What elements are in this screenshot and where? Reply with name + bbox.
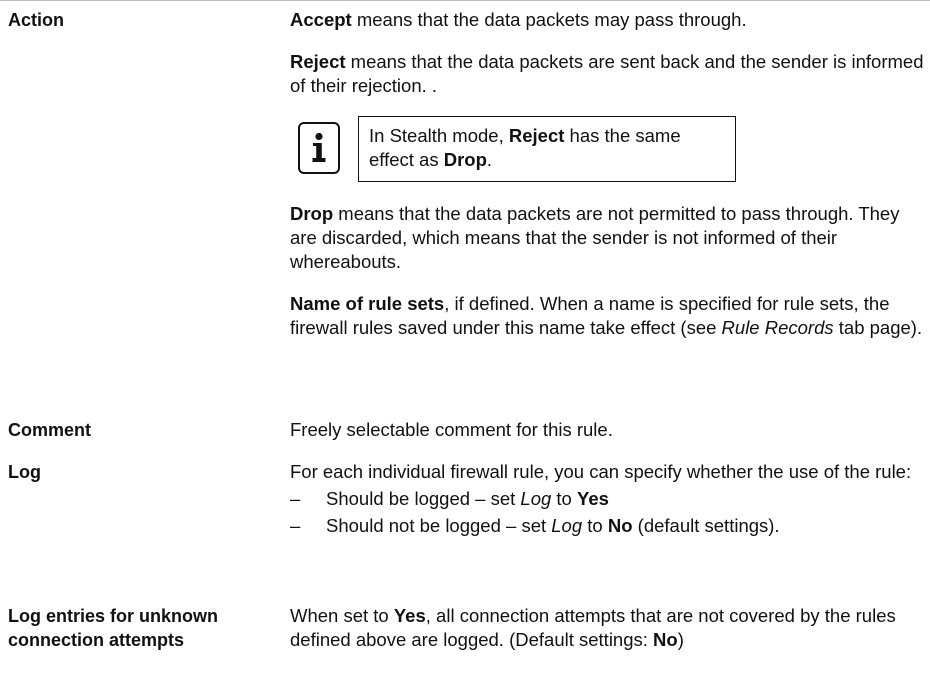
drop-text: means that the data packets are not perm… — [290, 203, 900, 272]
rulesets-post: tab page). — [833, 317, 923, 338]
stealth-note: In Stealth mode, Reject has the same eff… — [298, 116, 924, 182]
list-item: – Should not be logged – set Log to No (d… — [290, 515, 780, 536]
unknown-connection-description: When set to Yes, all connection attempts… — [290, 605, 896, 650]
log-intro: For each individual firewall rule, you c… — [290, 461, 912, 482]
reject-paragraph: Reject means that the data packets are s… — [290, 50, 924, 98]
rulesets-term: Name of rule sets — [290, 293, 445, 314]
rulesets-paragraph: Name of rule sets, if defined. When a na… — [290, 292, 924, 340]
drop-paragraph: Drop means that the data packets are not… — [290, 202, 924, 274]
note-reject-term: Reject — [508, 125, 565, 146]
list-item: – Should be logged – set Log to Yes — [290, 488, 609, 509]
accept-text: means that the data packets may pass thr… — [351, 9, 747, 30]
note-drop-term: Drop — [443, 149, 487, 170]
top-divider — [0, 0, 930, 1]
comment-description: Freely selectable comment for this rule. — [290, 419, 613, 440]
accept-paragraph: Accept means that the data packets may p… — [290, 8, 924, 32]
reject-text: means that the data packets are sent bac… — [290, 51, 924, 96]
comment-label: Comment — [8, 420, 92, 440]
reject-term: Reject — [290, 51, 346, 72]
log-description: For each individual firewall rule, you c… — [290, 460, 924, 541]
note-pre: In Stealth mode, — [369, 125, 509, 146]
unknown-connection-label: Log entries for unknown connection attem… — [8, 606, 218, 650]
accept-term: Accept — [290, 9, 352, 30]
stealth-note-text: In Stealth mode, Reject has the same eff… — [358, 116, 736, 182]
log-options-list: – Should be logged – set Log to Yes – Shou… — [290, 487, 924, 538]
rule-records-ref: Rule Records — [721, 317, 834, 338]
info-icon — [298, 122, 340, 174]
note-post: . — [486, 149, 493, 170]
action-label: Action — [8, 10, 64, 30]
drop-term: Drop — [290, 203, 334, 224]
action-description: Accept means that the data packets may p… — [290, 8, 924, 340]
log-label: Log — [8, 462, 41, 482]
